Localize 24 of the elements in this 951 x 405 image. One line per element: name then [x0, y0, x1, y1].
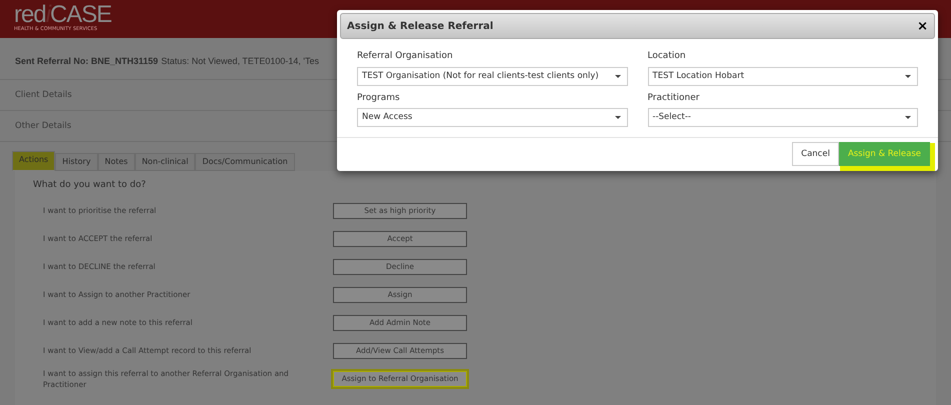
logo: rediCASE [14, 4, 112, 26]
tab[interactable]: Docs/Communication [195, 153, 295, 171]
tab[interactable]: Notes [98, 153, 135, 171]
select-field[interactable]: New Access [357, 108, 628, 127]
caret-icon [905, 116, 911, 119]
caret-icon [905, 74, 911, 78]
select-field[interactable]: TEST Organisation (Not for real clients-test clients only) [357, 66, 628, 86]
tab[interactable]: Non-clinical [134, 153, 196, 171]
select-field[interactable]: TEST Location Hobart [648, 66, 918, 86]
field-label: Practitioner [648, 92, 700, 104]
referral-status: Status: Not Viewed, TETE0100-14, 'Tes [161, 54, 320, 68]
question-text: What do you want to do? [33, 179, 147, 192]
cancel-button[interactable]: Cancel [792, 142, 839, 166]
tab[interactable]: History [55, 153, 98, 171]
field-label: Location [648, 50, 687, 63]
select-field[interactable]: --Select-- [648, 108, 918, 127]
caret-icon [614, 74, 620, 78]
field-label: Referral Organisation [357, 50, 454, 63]
dialog-title: Assign & Release Referral [347, 20, 494, 34]
referral-title: Sent Referral No: BNE_NTH31159 [15, 54, 158, 68]
close-button[interactable]: × [917, 20, 928, 32]
field-label: Programs [357, 92, 401, 104]
tab[interactable]: Actions [12, 151, 56, 171]
caret-icon [614, 116, 620, 119]
